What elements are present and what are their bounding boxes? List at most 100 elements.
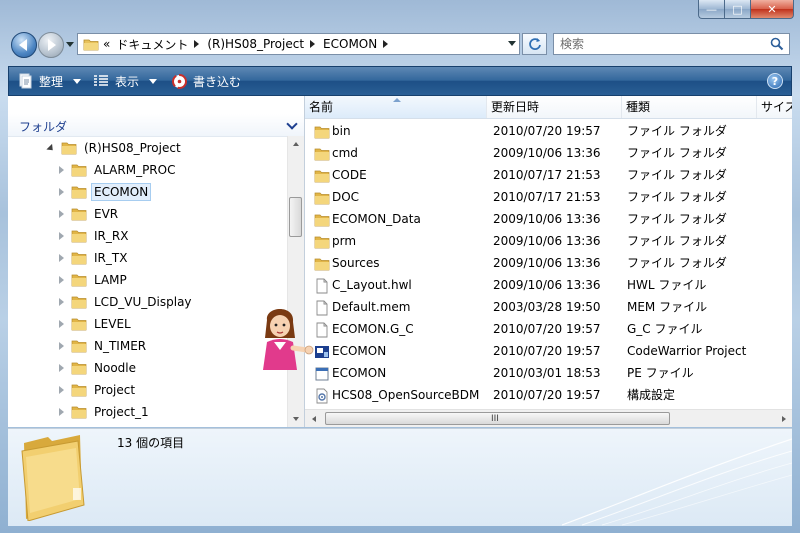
folder-icon (71, 296, 87, 309)
folder-tree-scroll-thumb[interactable] (289, 197, 302, 237)
file-row[interactable]: Sources 2009/10/06 13:36 ファイル フォルダ (305, 252, 792, 274)
folder-icon (71, 274, 87, 287)
file-date: 2010/07/17 21:53 (493, 168, 601, 182)
file-row[interactable]: prm 2009/10/06 13:36 ファイル フォルダ (305, 230, 792, 252)
tree-item[interactable]: Project_1 (56, 402, 151, 422)
tree-item[interactable]: ECOMON (56, 182, 152, 202)
folders-header[interactable]: フォルダ (8, 114, 304, 137)
tree-item[interactable]: LAMP (56, 270, 129, 290)
tree-expander[interactable] (56, 407, 66, 417)
tree-item[interactable]: Project (56, 380, 137, 400)
breadcrumb-overflow[interactable]: « (103, 37, 110, 51)
folder-icon (71, 186, 87, 199)
scroll-left-button[interactable] (305, 410, 322, 427)
breadcrumb-documents[interactable]: ドキュメント (116, 36, 188, 53)
refresh-button[interactable] (522, 33, 547, 55)
scroll-down-button[interactable] (288, 411, 304, 427)
breadcrumb-ecomon[interactable]: ECOMON (323, 37, 377, 51)
burn-button[interactable]: 書き込む (172, 67, 241, 95)
breadcrumb-separator-icon[interactable] (310, 40, 316, 48)
organize-label: 整理 (39, 74, 64, 89)
file-type: ファイル フォルダ (627, 124, 727, 138)
file-row[interactable]: C_Layout.hwl 2009/10/06 13:36 HWL ファイル (305, 274, 792, 296)
tree-expander[interactable] (56, 297, 66, 307)
folder-tree-scrollbar[interactable] (287, 136, 304, 427)
tree-item[interactable]: N_TIMER (56, 336, 148, 356)
tree-item[interactable]: LCD_VU_Display (56, 292, 194, 312)
file-type: ファイル フォルダ (627, 168, 727, 182)
tree-item[interactable]: IR_TX (56, 248, 129, 268)
item-count: 13 個の項目 (117, 436, 185, 450)
tree-item[interactable]: ALARM_PROC (56, 160, 177, 180)
chevron-down-icon (66, 41, 74, 47)
address-dropdown-icon[interactable] (508, 41, 516, 46)
column-header-type[interactable]: 種類 (622, 96, 757, 118)
tree-expander[interactable] (56, 363, 66, 373)
tree-expander[interactable] (56, 341, 66, 351)
folder-icon (314, 192, 330, 205)
help-button[interactable]: ? (767, 73, 783, 89)
file-row[interactable]: ECOMON 2010/03/01 18:53 PE ファイル (305, 362, 792, 384)
tree-expander[interactable] (56, 231, 66, 241)
tree-expander[interactable] (56, 385, 66, 395)
tree-expander[interactable] (56, 165, 66, 175)
tree-item[interactable]: EVR (56, 204, 120, 224)
file-list-scroll-thumb[interactable]: III (325, 412, 670, 425)
breadcrumb-separator-icon[interactable] (194, 40, 200, 48)
file-row[interactable]: HCS08_OpenSourceBDM 2010/07/20 19:57 構成設定 (305, 384, 792, 406)
tree-expander[interactable] (56, 275, 66, 285)
scroll-right-button[interactable] (775, 410, 792, 427)
tree-expander[interactable] (56, 253, 66, 263)
search-input[interactable] (554, 34, 770, 54)
folder-icon (71, 208, 87, 221)
details-pane: 13 個の項目 (8, 428, 792, 526)
folder-icon (71, 252, 87, 265)
tree-item[interactable]: IR_RX (56, 226, 130, 246)
maximize-button[interactable]: □ (724, 0, 750, 19)
file-row[interactable]: bin 2010/07/20 19:57 ファイル フォルダ (305, 120, 792, 142)
file-date: 2009/10/06 13:36 (493, 256, 601, 270)
recent-pages-dropdown[interactable] (65, 38, 75, 50)
close-button[interactable]: ✕ (750, 0, 794, 19)
tree-item[interactable]: LEVEL (56, 314, 133, 334)
assistant-character (263, 309, 314, 370)
tree-expander[interactable] (46, 143, 56, 153)
file-row[interactable]: DOC 2010/07/17 21:53 ファイル フォルダ (305, 186, 792, 208)
column-header-name[interactable]: 名前 (305, 96, 487, 118)
file-name: ECOMON (332, 344, 387, 358)
navigation-pane: フォルダ (R)HS08_Project ALARM_PROC ECOMON EVR I… (8, 96, 305, 427)
folder-icon (71, 340, 87, 353)
breadcrumb-project[interactable]: (R)HS08_Project (207, 37, 304, 51)
scroll-up-button[interactable] (288, 136, 304, 152)
file-row[interactable]: cmd 2009/10/06 13:36 ファイル フォルダ (305, 142, 792, 164)
file-list-pane: 名前 更新日時 種類 サイズ bin 2010/07/20 19:57 ファイル フ… (305, 96, 792, 427)
file-row[interactable]: ECOMON_Data 2009/10/06 13:36 ファイル フォルダ (305, 208, 792, 230)
back-arrow-icon (19, 39, 27, 51)
file-date: 2009/10/06 13:36 (493, 212, 601, 226)
collapse-folders-icon[interactable] (286, 118, 298, 130)
tree-item[interactable]: Noodle (56, 358, 138, 378)
tree-expander[interactable] (56, 209, 66, 219)
forward-button[interactable] (38, 32, 64, 58)
minimize-button[interactable]: — (698, 0, 724, 19)
organize-button[interactable]: 整理 (17, 67, 82, 95)
file-row[interactable]: Default.mem 2003/03/28 19:50 MEM ファイル (305, 296, 792, 318)
expand-arrow-icon (58, 364, 64, 372)
command-bar: 整理 表示 書き込む ? (8, 66, 792, 96)
address-bar[interactable]: « ドキュメント (R)HS08_Project ECOMON (77, 33, 520, 55)
back-button[interactable] (11, 32, 37, 58)
tree-expander[interactable] (56, 187, 66, 197)
file-row[interactable]: CODE 2010/07/17 21:53 ファイル フォルダ (305, 164, 792, 186)
file-row[interactable]: ECOMON.G_C 2010/07/20 19:57 G_C ファイル (305, 318, 792, 340)
file-row[interactable]: ECOMON 2010/07/20 19:57 CodeWarrior Projec… (305, 340, 792, 362)
column-header-size[interactable]: サイズ (757, 96, 792, 118)
breadcrumb-separator-icon[interactable] (383, 40, 389, 48)
tree-item-label: ALARM_PROC (94, 163, 176, 177)
tree-expander[interactable] (56, 319, 66, 329)
file-date: 2010/03/01 18:53 (493, 366, 601, 380)
search-icon[interactable] (770, 37, 784, 51)
views-button[interactable]: 表示 (93, 67, 158, 95)
file-list-horizontal-scrollbar[interactable]: III (305, 409, 792, 427)
column-header-date[interactable]: 更新日時 (487, 96, 622, 118)
tree-item[interactable]: (R)HS08_Project (46, 138, 183, 158)
